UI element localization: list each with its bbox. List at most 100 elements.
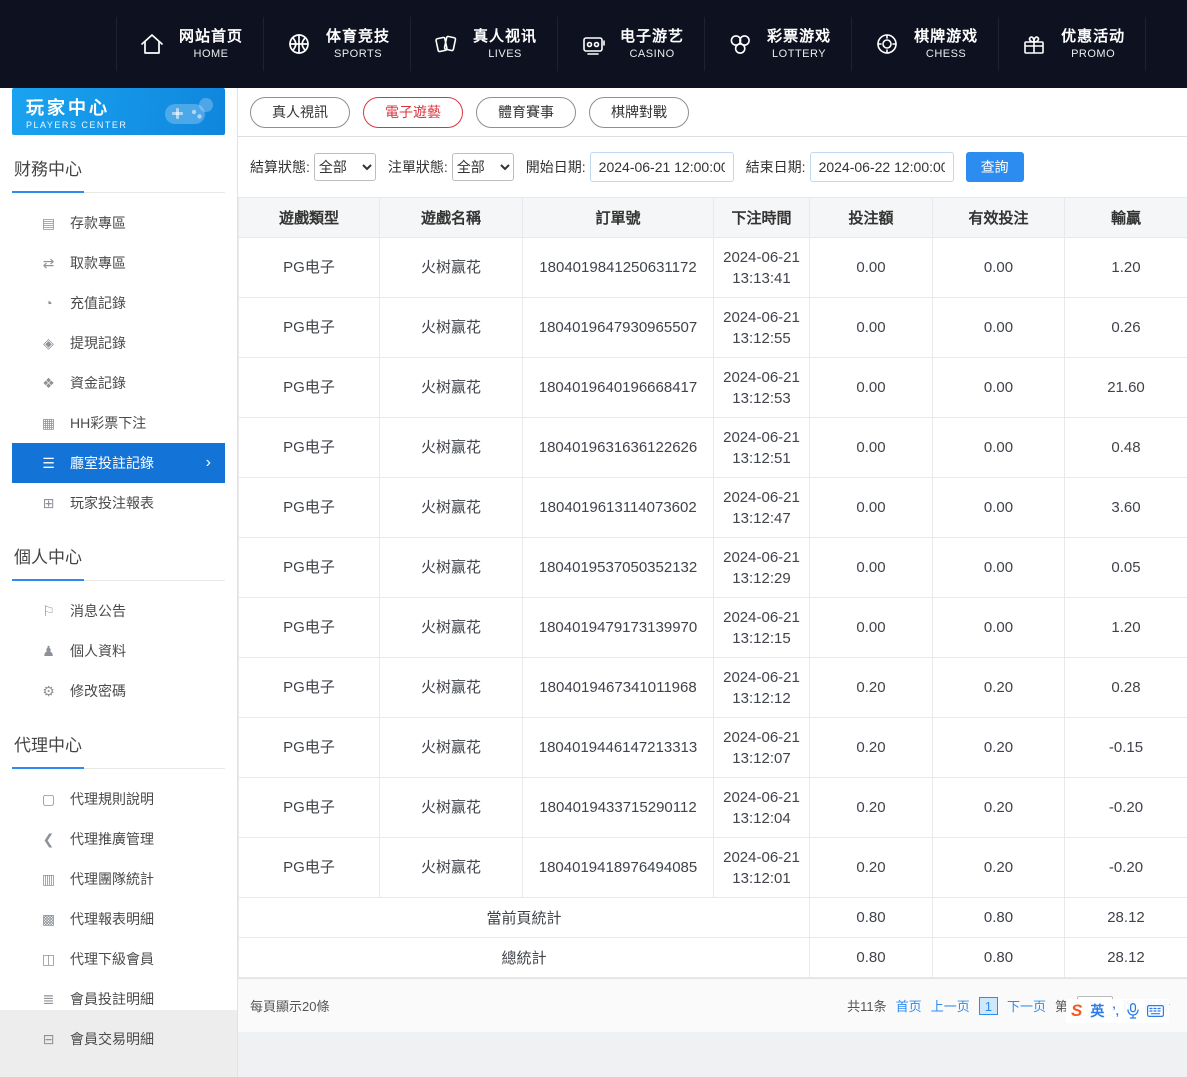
- cell-winloss: 1.20: [1065, 238, 1187, 298]
- cell-game-type: PG电子: [239, 778, 380, 838]
- current-page[interactable]: 1: [979, 997, 998, 1015]
- tab[interactable]: 真人視訊: [250, 97, 350, 128]
- cell-winloss: 0.48: [1065, 418, 1187, 478]
- nav-item-casino[interactable]: 电子游艺CASINO: [557, 17, 704, 71]
- cell-winloss: -0.20: [1065, 778, 1187, 838]
- cell-bet-amount: 0.00: [810, 538, 933, 598]
- cell-bet-time: 2024-06-2113:12:07: [714, 718, 810, 778]
- lottery-balls-icon: [725, 29, 755, 59]
- nav-item-sports[interactable]: 体育竞技SPORTS: [263, 17, 410, 71]
- nav-item-lottery[interactable]: 彩票游戏LOTTERY: [704, 17, 851, 71]
- slot-machine-icon: [578, 29, 608, 59]
- nav-label-en: CHESS: [926, 47, 966, 61]
- tab[interactable]: 棋牌對戰: [589, 97, 689, 128]
- cell-order-no: 1804019418976494085: [523, 838, 714, 898]
- first-page-link[interactable]: 首页: [896, 996, 922, 1015]
- ime-punctuation-icon[interactable]: ’,: [1112, 1004, 1119, 1018]
- total-count: 共11条: [847, 996, 887, 1015]
- poker-chip-icon: [872, 29, 902, 59]
- sidebar-item[interactable]: 代理報表明細 ›: [12, 899, 225, 939]
- sidebar-item[interactable]: 代理規則說明 ›: [12, 779, 225, 819]
- cell-bet-amount: 0.00: [810, 358, 933, 418]
- main-content: 真人視訊 電子遊藝 體育賽事 棋牌對戰 結算狀態: 全部 注單狀態: 全部 開始…: [237, 88, 1187, 1077]
- settle-status-select[interactable]: 全部: [314, 153, 376, 181]
- sidebar-item-label: 會員投註明細: [70, 989, 154, 1009]
- sidebar-item[interactable]: 個人資料 ›: [12, 631, 225, 671]
- bet-records-table: 遊戲類型遊戲名稱訂單號下注時間投注額有效投注輸贏 PG电子 火树赢花 18040…: [238, 197, 1187, 978]
- cell-valid-bet: 0.00: [933, 598, 1065, 658]
- sidebar-item-label: 消息公告: [70, 601, 126, 621]
- cell-bet-time: 2024-06-2113:12:53: [714, 358, 810, 418]
- sidebar-item[interactable]: 會員交易明細 ›: [12, 1019, 225, 1059]
- tab[interactable]: 電子遊藝: [363, 97, 463, 128]
- table-row: PG电子 火树赢花 1804019446147213313 2024-06-21…: [239, 718, 1187, 778]
- section-title-finance: 财務中心: [12, 143, 225, 193]
- cell-game-name: 火树赢花: [380, 358, 523, 418]
- table-row: PG电子 火树赢花 1804019647930965507 2024-06-21…: [239, 298, 1187, 358]
- cell-bet-time: 2024-06-2113:12:04: [714, 778, 810, 838]
- order-status-label: 注單狀態:: [388, 157, 448, 177]
- nav-item-lives[interactable]: 真人视讯LIVES: [410, 17, 557, 71]
- sidebar-item-label: 充值記錄: [70, 293, 126, 313]
- cell-game-name: 火树赢花: [380, 238, 523, 298]
- withdraw-record-icon: [40, 335, 57, 352]
- sidebar-item[interactable]: 玩家投注報表 ›: [12, 483, 225, 523]
- ime-mic-icon[interactable]: [1127, 1003, 1139, 1019]
- sidebar-item[interactable]: 存款專區 ›: [12, 203, 225, 243]
- sidebar-item[interactable]: 取款專區 ›: [12, 243, 225, 283]
- profile-icon: [40, 643, 57, 660]
- lottery-bet-icon: [40, 415, 57, 432]
- cell-valid-bet: 0.20: [933, 718, 1065, 778]
- sidebar-item-label: 代理下級會員: [70, 949, 154, 969]
- cell-game-type: PG电子: [239, 238, 380, 298]
- nav-item-chess[interactable]: 棋牌游戏CHESS: [851, 17, 998, 71]
- search-button[interactable]: 查詢: [966, 152, 1024, 182]
- sidebar-item[interactable]: HH彩票下注 ›: [12, 403, 225, 443]
- ime-language-toggle[interactable]: 英: [1090, 1001, 1104, 1021]
- cell-valid-bet: 0.20: [933, 778, 1065, 838]
- sidebar-item[interactable]: 充值記錄 ›: [12, 283, 225, 323]
- page-summary-row: 當前頁統計 0.80 0.80 28.12: [239, 898, 1187, 938]
- start-date-input[interactable]: [590, 152, 734, 182]
- cell-valid-bet: 0.00: [933, 358, 1065, 418]
- total-summary-winloss: 28.12: [1065, 938, 1187, 978]
- table-row: PG电子 火树赢花 1804019640196668417 2024-06-21…: [239, 358, 1187, 418]
- sidebar-item[interactable]: 代理推廣管理 ›: [12, 819, 225, 859]
- funds-record-icon: [40, 375, 57, 392]
- table-row: PG电子 火树赢花 1804019841250631172 2024-06-21…: [239, 238, 1187, 298]
- cell-winloss: 0.28: [1065, 658, 1187, 718]
- sidebar-item[interactable]: 修改密碼 ›: [12, 671, 225, 711]
- sidebar-item[interactable]: 代理下級會員 ›: [12, 939, 225, 979]
- cell-bet-time: 2024-06-2113:12:29: [714, 538, 810, 598]
- nav-label-zh: 棋牌游戏: [914, 27, 978, 47]
- cell-game-type: PG电子: [239, 418, 380, 478]
- table-row: PG电子 火树赢花 1804019537050352132 2024-06-21…: [239, 538, 1187, 598]
- sidebar-item[interactable]: 消息公告 ›: [12, 591, 225, 631]
- players-center-header: 玩家中心 PLAYERS CENTER: [12, 88, 225, 135]
- next-page-link[interactable]: 下一页: [1007, 996, 1046, 1015]
- cell-game-name: 火树赢花: [380, 478, 523, 538]
- page-size-text: 每頁顯示20條: [250, 996, 329, 1015]
- cell-order-no: 1804019467341011968: [523, 658, 714, 718]
- cell-game-name: 火树赢花: [380, 418, 523, 478]
- tab[interactable]: 體育賽事: [476, 97, 576, 128]
- sidebar-item[interactable]: 資金記錄 ›: [12, 363, 225, 403]
- cell-game-type: PG电子: [239, 298, 380, 358]
- sidebar-item-label: 提現記錄: [70, 333, 126, 353]
- order-status-select[interactable]: 全部: [452, 153, 514, 181]
- sidebar-item[interactable]: 會員投註明細 ›: [12, 979, 225, 1019]
- cell-bet-time: 2024-06-2113:13:41: [714, 238, 810, 298]
- sidebar-item[interactable]: 代理團隊統計 ›: [12, 859, 225, 899]
- ime-keyboard-icon[interactable]: [1147, 1005, 1164, 1017]
- prev-page-link[interactable]: 上一页: [931, 996, 970, 1015]
- nav-item-promo[interactable]: 优惠活动PROMO: [998, 17, 1146, 71]
- nav-label-zh: 电子游艺: [620, 27, 684, 47]
- nav-item-home[interactable]: 网站首页HOME: [116, 17, 263, 71]
- end-date-input[interactable]: [810, 152, 954, 182]
- sidebar-item[interactable]: 廳室投註記錄 ›: [12, 443, 225, 483]
- cell-order-no: 1804019640196668417: [523, 358, 714, 418]
- cell-game-type: PG电子: [239, 718, 380, 778]
- sidebar-item[interactable]: 提現記錄 ›: [12, 323, 225, 363]
- sidebar-item-label: 廳室投註記錄: [70, 453, 154, 473]
- sogou-logo-icon[interactable]: S: [1071, 1001, 1082, 1021]
